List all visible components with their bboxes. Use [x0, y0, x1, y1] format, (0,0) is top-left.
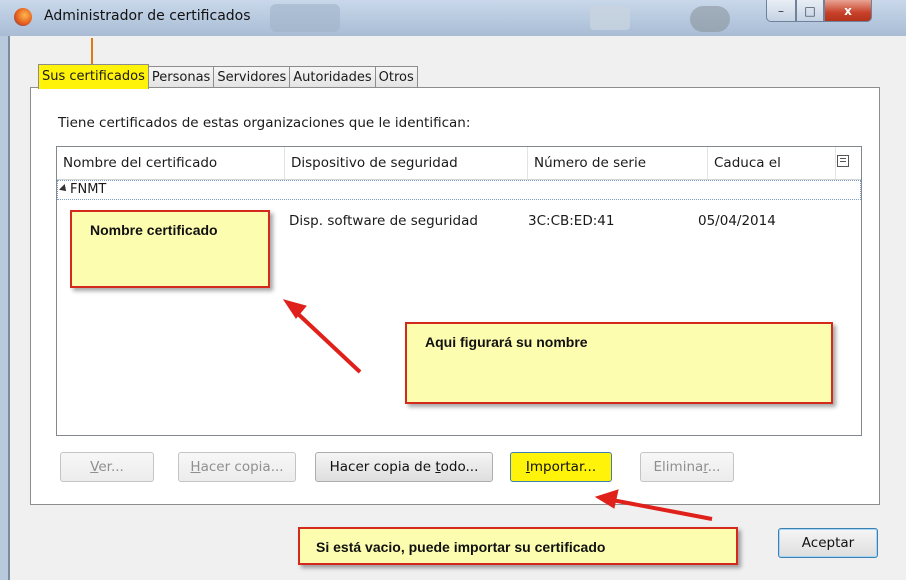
accept-button-label: Aceptar — [801, 535, 855, 551]
annotation-name-hint: Aqui figurará su nombre — [405, 322, 833, 404]
annotation-import-hint: Si está vacio, puede importar su certifi… — [298, 527, 738, 565]
cell-serial: 3C:CB:ED:41 — [528, 213, 615, 229]
delete-button[interactable]: Eliminar... — [640, 452, 734, 482]
minimize-button[interactable]: – — [766, 0, 796, 22]
backup-all-button-label: Hacer copia de todo... — [329, 459, 479, 475]
backup-button[interactable]: Hacer copia... — [178, 452, 296, 482]
tab-personas[interactable]: Personas — [147, 66, 215, 89]
cell-device: Disp. software de seguridad — [289, 213, 478, 229]
titlebar-background-blur — [270, 4, 340, 32]
lead-text: Tiene certificados de estas organizacion… — [58, 115, 471, 131]
column-header-name[interactable]: Nombre del certificado — [57, 147, 285, 179]
firefox-icon — [14, 8, 32, 26]
backup-button-label: Hacer copia... — [190, 459, 284, 475]
column-header-expires[interactable]: Caduca el — [708, 147, 836, 179]
window-title: Administrador de certificados — [44, 8, 251, 24]
import-button-label: Importar... — [525, 459, 597, 475]
tab-otros[interactable]: Otros — [374, 66, 418, 89]
view-button[interactable]: Ver... — [60, 452, 154, 482]
view-button-label: Ver... — [90, 459, 124, 475]
expand-triangle-icon[interactable] — [59, 184, 69, 194]
column-picker-icon[interactable] — [837, 155, 849, 167]
titlebar-background-blur — [690, 6, 730, 32]
tab-strip: Sus certificados Personas Servidores Aut… — [38, 64, 418, 89]
titlebar-background-blur — [590, 6, 630, 30]
tab-servidores[interactable]: Servidores — [213, 66, 291, 89]
accept-button[interactable]: Aceptar — [778, 528, 878, 558]
tree-header: Nombre del certificado Dispositivo de se… — [57, 147, 861, 180]
tab-sus-certificados[interactable]: Sus certificados — [38, 64, 149, 89]
title-bar: Administrador de certificados – □ x — [0, 0, 906, 36]
backup-all-button[interactable]: Hacer copia de todo... — [315, 452, 493, 482]
column-header-device[interactable]: Dispositivo de seguridad — [285, 147, 528, 179]
group-label: FNMT — [70, 182, 107, 197]
delete-button-label: Eliminar... — [653, 459, 721, 475]
maximize-button[interactable]: □ — [796, 0, 824, 22]
import-button[interactable]: Importar... — [510, 452, 612, 482]
column-header-serial[interactable]: Número de serie — [528, 147, 708, 179]
tab-autoridades[interactable]: Autoridades — [289, 66, 376, 89]
cell-expires: 05/04/2014 — [698, 213, 776, 229]
tree-group-row[interactable]: FNMT — [57, 180, 861, 200]
annotation-name-box: Nombre certificado — [70, 210, 270, 288]
close-button[interactable]: x — [824, 0, 872, 22]
window-frame — [0, 36, 8, 580]
